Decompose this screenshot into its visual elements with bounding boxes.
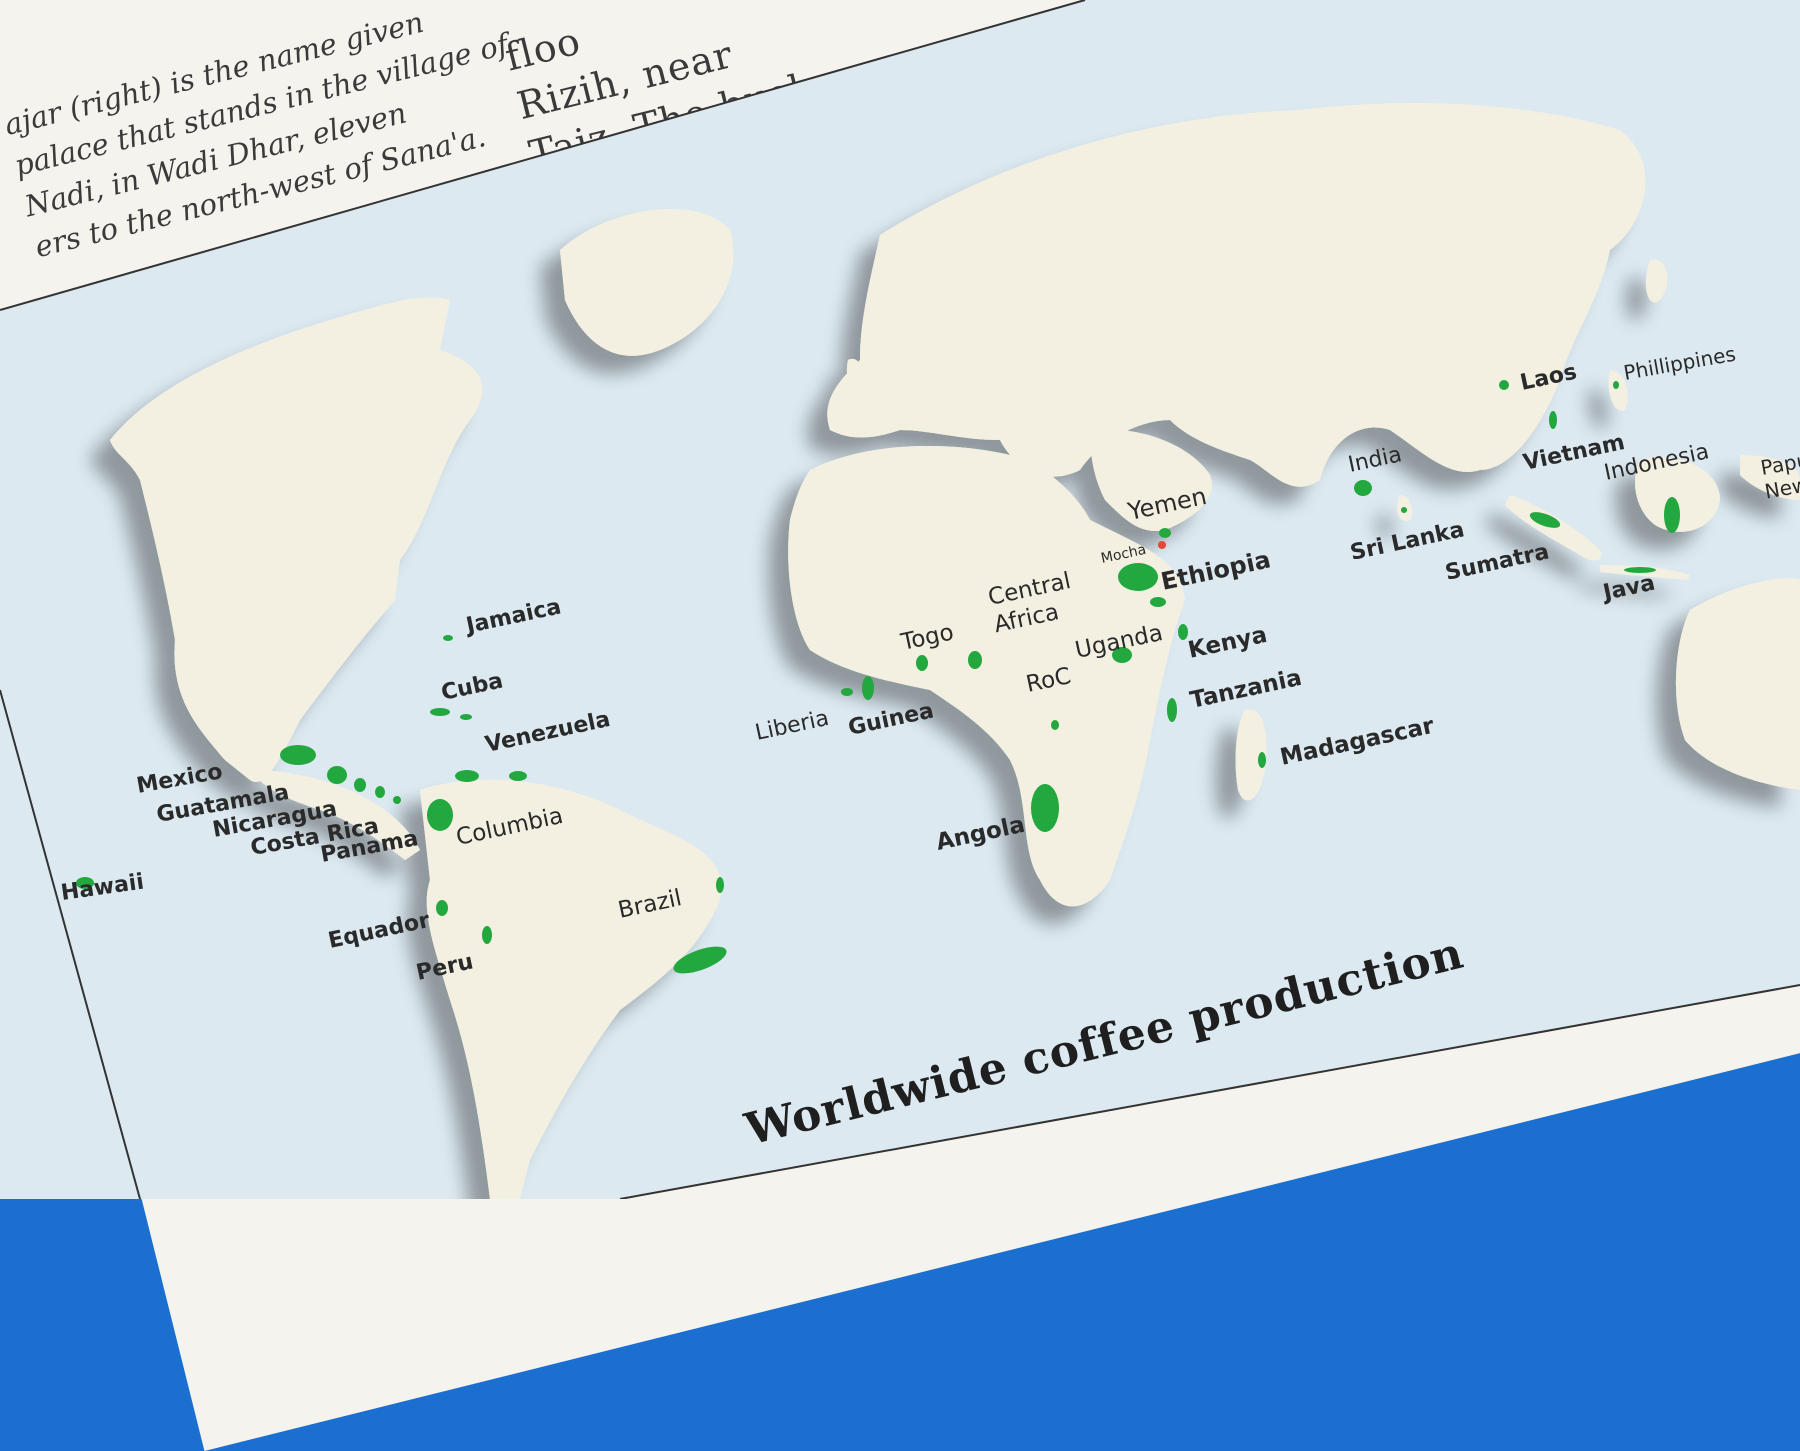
laos-zone (1499, 380, 1509, 390)
guinea-zone (862, 676, 874, 700)
venezuela-zone (455, 770, 479, 782)
sri-lanka-zone (1401, 507, 1407, 513)
book-photo: ajar (right) is the name given palace th… (0, 0, 1800, 1451)
indonesia-zone (1664, 497, 1680, 533)
cuba-zone (430, 708, 450, 716)
ethiopia-zone (1118, 563, 1158, 591)
peru-zone (482, 926, 492, 944)
ethiopia-zone-south (1150, 597, 1166, 607)
togo-zone (916, 655, 928, 671)
equador-zone (436, 900, 448, 916)
tanzania-zone (1167, 698, 1177, 722)
roc-zone (1051, 720, 1059, 730)
panama-zone (393, 796, 401, 804)
liberia-zone (841, 688, 853, 696)
papua-new-guinea-label: PapuaNew (1759, 446, 1800, 504)
madagascar-zone (1258, 752, 1266, 768)
angola-zone (1031, 784, 1059, 832)
central-africa-zone (968, 651, 982, 669)
vietnam-zone (1549, 411, 1557, 429)
brazil-zone-east (716, 877, 724, 893)
india-zone (1354, 480, 1372, 496)
nicaragua-zone (354, 778, 366, 792)
columbia-zone (427, 799, 453, 831)
costa-rica-zone (375, 786, 385, 798)
world-map: HawaiiMexicoGuatamalaNicaraguaCosta Rica… (0, 0, 1800, 1199)
mocha-marker (1158, 541, 1166, 549)
phillippines-zone (1613, 381, 1619, 389)
yemen-zone (1159, 528, 1171, 538)
cuba-zone-east (460, 714, 472, 720)
guatamala-zone (327, 766, 347, 784)
mexico-zone (280, 745, 316, 765)
venezuela-zone-east (509, 771, 527, 781)
jamaica-zone (443, 635, 453, 641)
